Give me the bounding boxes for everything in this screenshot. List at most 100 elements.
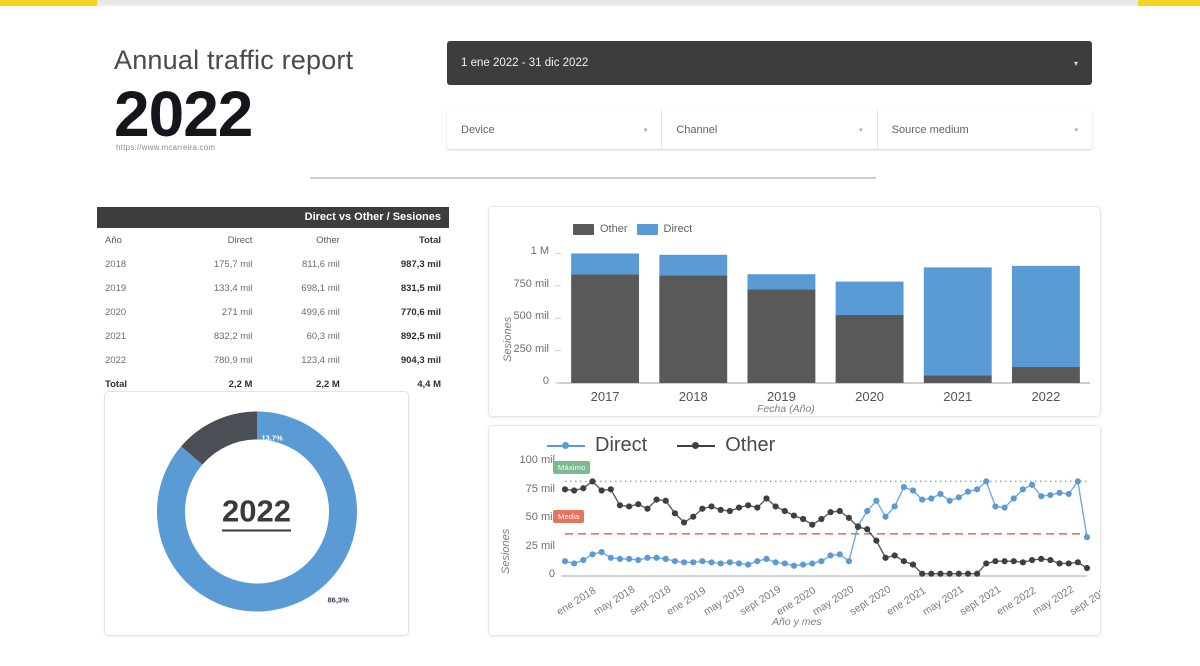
- header-divider: [310, 177, 876, 179]
- line-y-tick: 0: [548, 568, 555, 580]
- table-header-row: Año Direct Other Total: [97, 228, 449, 252]
- top-strip-middle: [97, 0, 1138, 5]
- line-y-tick: 25 mil: [525, 539, 555, 552]
- bar-x-tick: 2021: [943, 389, 973, 404]
- donut-chart: 2022 13,7% 86,3%: [146, 400, 368, 627]
- table-cell: 133,4 mil: [213, 282, 253, 294]
- bar-chart-svg: [555, 252, 1090, 384]
- page-year: 2022: [114, 78, 253, 150]
- bar-y-tick: 750 mil: [513, 277, 549, 290]
- legend-label-direct: Direct: [595, 434, 648, 456]
- table-title: Direct vs Other / Sesiones: [97, 207, 449, 228]
- table-cell: 780,9 mil: [213, 354, 253, 366]
- table-cell: 770,6 mil: [400, 306, 441, 318]
- top-strip-left-accent: [0, 0, 97, 6]
- filter-device[interactable]: Device ▾: [447, 110, 663, 149]
- col-header-direct: Direct: [227, 235, 253, 246]
- bar-x-tick: 2020: [855, 389, 885, 404]
- chevron-down-icon: ▾: [643, 126, 648, 134]
- col-header-ano: Año: [105, 235, 122, 246]
- table-cell: 892,5 mil: [400, 330, 441, 342]
- chevron-down-icon: ▾: [859, 126, 863, 134]
- legend-item-other[interactable]: Other: [573, 223, 628, 235]
- line-chart-legend: Direct Other: [547, 434, 775, 457]
- table-row: 2022 780,9 mil 123,4 mil 904,3 mil: [97, 348, 449, 372]
- chevron-down-icon: ▾: [1074, 126, 1078, 134]
- legend-swatch-other: [573, 223, 594, 235]
- site-url: https://www.mcarreira.com: [116, 143, 216, 152]
- top-accent-strip: [0, 0, 1200, 6]
- legend-label-other: Other: [600, 223, 628, 235]
- table-body: 2018 175,7 mil 811,6 mil 987,3 mil 2019 133,4…: [97, 252, 449, 396]
- bar-y-tick: 0: [542, 375, 549, 387]
- bar-y-tick: 500 mil: [513, 310, 549, 323]
- table-row: 2020 271 mil 499,6 mil 770,6 mil: [97, 300, 449, 324]
- date-range-picker[interactable]: 1 ene 2022 - 31 dic 2022 ▾: [447, 41, 1092, 85]
- table-cell: 811,6 mil: [302, 258, 340, 270]
- legend-label-other: Other: [725, 434, 776, 456]
- bar-y-tick: 250 mil: [513, 342, 549, 355]
- reference-badge-media: Media: [553, 510, 585, 523]
- donut-center-label: 2022: [222, 495, 291, 532]
- col-header-other: Other: [316, 235, 340, 246]
- legend-item-direct[interactable]: Direct: [636, 223, 693, 235]
- bar-y-tick: 1 M: [530, 245, 549, 258]
- table-cell: 987,3 mil: [400, 258, 441, 270]
- legend-line-direct: [547, 442, 585, 449]
- legend-dot-other: [692, 442, 700, 449]
- filter-source-medium[interactable]: Source medium ▾: [878, 110, 1092, 149]
- table-cell: 175,7 mil: [213, 258, 253, 270]
- donut-label-other: 13,7%: [261, 433, 283, 442]
- col-header-total: Total: [419, 235, 441, 246]
- direct-vs-other-table: Año Direct Other Total 2018 175,7 mil 811,…: [97, 228, 449, 396]
- line-y-tick: 75 mil: [525, 482, 555, 495]
- table-cell: 2018: [105, 258, 127, 270]
- filter-channel-label: Channel: [676, 123, 718, 136]
- filter-source-medium-label: Source medium: [891, 123, 969, 136]
- line-y-tick: 50 mil: [525, 511, 555, 523]
- filter-bar: Device ▾ Channel ▾ Source medium ▾: [447, 110, 1092, 149]
- monthly-line-chart-card: Direct Other Sesiones Año y mes 0 25 mil 5…: [488, 425, 1101, 636]
- bar-chart-legend: Other Direct: [573, 223, 692, 235]
- top-strip-right-accent: [1138, 0, 1200, 6]
- table-cell: 499,6 mil: [301, 306, 340, 318]
- donut-chart-card: 2022 13,7% 86,3%: [104, 391, 409, 636]
- table-row: 2019 133,4 mil 698,1 mil 831,5 mil: [97, 276, 449, 300]
- bar-x-tick: 2019: [766, 389, 796, 404]
- legend-item-other[interactable]: Other: [677, 434, 775, 457]
- bar-x-tick: 2022: [1031, 389, 1061, 404]
- line-y-tick: 100 mil: [519, 454, 555, 466]
- stacked-bar-chart-card: Other Direct Sesiones Fecha (Año) 0 250 m…: [488, 206, 1101, 417]
- bar-y-axis-title: Sesiones: [502, 316, 514, 362]
- donut-label-direct: 86,3%: [327, 595, 349, 604]
- table-cell: 2022: [105, 354, 127, 366]
- bar-x-tick: 2018: [678, 389, 708, 404]
- line-x-axis-title: Año y mes: [772, 616, 822, 628]
- table-row: 2021 832,2 mil 60,3 mil 892,5 mil: [97, 324, 449, 348]
- bar-x-tick: 2017: [590, 389, 620, 404]
- legend-line-other: [677, 442, 716, 449]
- table-cell: 60,3 mil: [306, 330, 340, 342]
- date-range-value: 1 ene 2022 - 31 dic 2022: [461, 57, 589, 69]
- legend-label-direct: Direct: [663, 223, 693, 235]
- reference-badge-maximo: Máximo: [553, 461, 591, 474]
- table-cell: 2020: [105, 306, 127, 318]
- table-cell: 831,5 mil: [400, 282, 441, 294]
- legend-item-direct[interactable]: Direct: [547, 434, 647, 457]
- table-cell: 123,4 mil: [301, 354, 340, 366]
- table-cell: 2021: [105, 330, 127, 342]
- table-cell: 271 mil: [221, 306, 253, 318]
- bar-x-axis-title: Fecha (Año): [757, 403, 815, 415]
- table-cell: 698,1 mil: [301, 282, 340, 294]
- direct-vs-other-table-card: Direct vs Other / Sesiones Año Direct Ot…: [97, 207, 449, 396]
- filter-device-label: Device: [461, 123, 495, 136]
- table-cell: 2019: [105, 282, 127, 294]
- donut-center: 2022: [146, 400, 368, 627]
- table-row: 2018 175,7 mil 811,6 mil 987,3 mil: [97, 252, 449, 276]
- filter-channel[interactable]: Channel ▾: [662, 110, 878, 149]
- table-cell: 832,2 mil: [213, 330, 253, 342]
- chevron-down-icon: ▾: [1073, 58, 1078, 68]
- table-cell: 904,3 mil: [400, 354, 441, 366]
- legend-swatch-direct: [636, 223, 658, 235]
- page-title: Annual traffic report: [114, 45, 354, 75]
